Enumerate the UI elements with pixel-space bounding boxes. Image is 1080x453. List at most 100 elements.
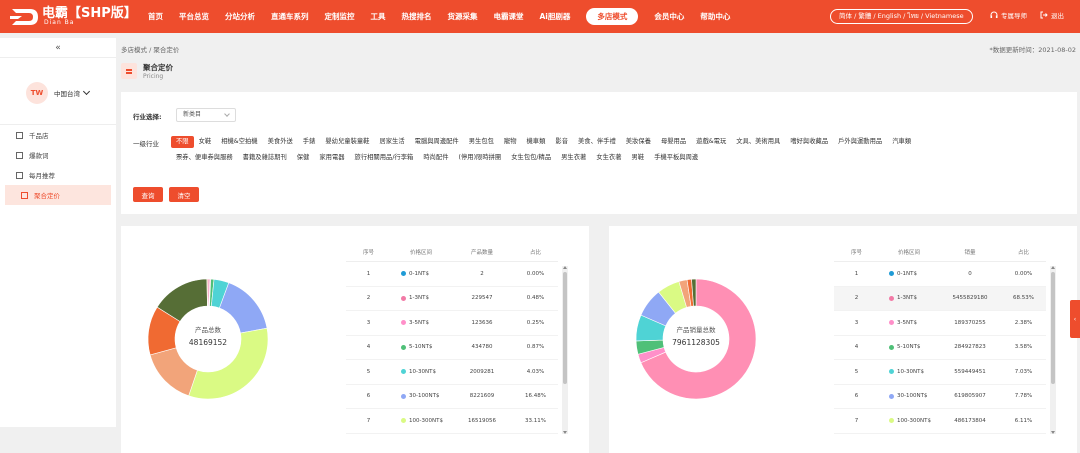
category-option[interactable]: 電腦與周邊配件 — [410, 136, 464, 148]
category-option[interactable]: 美食外送 — [263, 136, 298, 148]
price-range-label: 3-5NT$ — [897, 319, 917, 326]
sidebar-item-label: 聚合定价 — [34, 192, 60, 200]
table-header: 序号 价格区间 产品数量 占比 — [346, 242, 558, 262]
table-row[interactable]: 1 0-1NT$ 2 0.00% — [346, 262, 558, 287]
category-option[interactable]: 汽車類 — [887, 136, 916, 148]
category-option[interactable]: 女生包包/精品 — [506, 152, 556, 164]
category-option[interactable]: 遊戲&電玩 — [691, 136, 731, 148]
wallet-icon — [21, 191, 28, 199]
sidebar-item[interactable]: 千品店 — [0, 125, 116, 145]
headset-icon — [990, 11, 998, 18]
category-option[interactable]: (停用)限時拼團 — [454, 152, 507, 164]
table-row[interactable]: 7 100-300NT$ 486173804 6.11% — [834, 409, 1046, 434]
nav-item[interactable]: 热搜排名 — [394, 11, 440, 22]
category-option[interactable]: 男生衣著 — [556, 152, 591, 164]
floating-side-tab[interactable]: ‹ — [1070, 300, 1080, 338]
table-row[interactable]: 4 5-10NT$ 284927823 3.58% — [834, 336, 1046, 360]
table-row[interactable]: 6 30-100NT$ 8221609 16.48% — [346, 385, 558, 409]
category-option[interactable]: 旅行相關用品/行李箱 — [350, 152, 419, 164]
category-option[interactable]: 美食、伴手禮 — [573, 136, 621, 148]
category-option[interactable]: 家用電器 — [314, 152, 349, 164]
language-switcher[interactable]: 简体 / 繁體 / English / ไทย / Vietnamese — [830, 9, 973, 24]
category-option[interactable]: 戶外與運動用品 — [833, 136, 887, 148]
category-option[interactable]: 不限 — [171, 136, 194, 148]
nav-item[interactable]: 货源采集 — [440, 11, 486, 22]
category-option[interactable]: 書籍及雜誌期刊 — [238, 152, 292, 164]
nav-item[interactable]: Ai胆剧器 — [532, 11, 579, 22]
category-option[interactable]: 男生包包 — [464, 136, 499, 148]
table-row[interactable]: 4 5-10NT$ 434780 0.87% — [346, 336, 558, 360]
table-row[interactable]: 1 0-1NT$ 0 0.00% — [834, 262, 1046, 287]
service-link[interactable]: 专属导师 — [990, 10, 1027, 20]
logout-icon — [1040, 11, 1048, 19]
table-row[interactable]: 3 3-5NT$ 189370255 2.38% — [834, 311, 1046, 336]
category-option[interactable]: 影音 — [550, 136, 573, 148]
price-range: 3-5NT$ — [391, 320, 451, 326]
table-row[interactable]: 5 10-30NT$ 2009281 4.03% — [346, 360, 558, 385]
query-button[interactable]: 查询 — [133, 187, 163, 202]
table-row[interactable]: 2 1-3NT$ 229547 0.48% — [346, 287, 558, 311]
row-value: 123636 — [471, 319, 493, 326]
nav-item[interactable]: 平台总览 — [171, 11, 217, 22]
industry-select[interactable]: 新类目 — [176, 108, 236, 122]
nav-item[interactable]: 分站分析 — [217, 11, 263, 22]
nav-item[interactable]: 定制监控 — [317, 11, 363, 22]
sidebar-item-label: 爆款词 — [29, 152, 49, 160]
page-subtitle: Pricing — [143, 73, 164, 80]
sidebar-item[interactable]: 每月推荐 — [0, 165, 116, 185]
sidebar-item[interactable]: 聚合定价 — [5, 185, 111, 205]
category-option[interactable]: 男鞋 — [627, 152, 650, 164]
logo-subtitle: Dian Ba — [44, 19, 75, 26]
table-row[interactable]: 5 10-30NT$ 559449451 7.03% — [834, 360, 1046, 385]
category-option[interactable]: 手錶 — [298, 136, 321, 148]
row-percent: 0.25% — [526, 319, 545, 326]
table-row[interactable]: 7 100-300NT$ 16519056 33.11% — [346, 409, 558, 434]
grid-icon — [16, 151, 23, 159]
logo[interactable]: 电霸【SHP版】 Dian Ba — [0, 5, 140, 29]
legend-dot — [889, 369, 894, 375]
nav-item[interactable]: 会员中心 — [646, 11, 692, 22]
category-option[interactable]: 手機平板與周邊 — [649, 152, 703, 164]
table-scrollbar[interactable] — [562, 266, 568, 434]
region-selector[interactable]: TW 中国台湾 — [26, 82, 91, 104]
nav-item[interactable]: 电霸课堂 — [486, 11, 532, 22]
category-option[interactable]: 寵物 — [499, 136, 522, 148]
category-option[interactable]: 女鞋 — [194, 136, 217, 148]
category-option[interactable]: 票券、便車券與服務 — [171, 152, 238, 164]
legend-dot — [401, 271, 406, 277]
donut-slice[interactable] — [206, 278, 209, 307]
category-option[interactable]: 女生衣著 — [591, 152, 626, 164]
nav-item[interactable]: 工具 — [363, 11, 394, 22]
sidebar-item-label: 千品店 — [29, 132, 49, 140]
table-row[interactable]: 3 3-5NT$ 123636 0.25% — [346, 311, 558, 336]
category-option[interactable]: 時尚配件 — [418, 152, 453, 164]
category-option[interactable]: 保健 — [292, 152, 315, 164]
table-scrollbar[interactable] — [1050, 266, 1056, 434]
nav-item-active[interactable]: 多店模式 — [586, 8, 639, 25]
table-row[interactable]: 2 1-3NT$ 5455829180 68.53% — [834, 286, 1046, 311]
category-option[interactable]: 母嬰用品 — [656, 136, 691, 148]
legend-dot — [889, 295, 894, 301]
category-option[interactable]: 居家生活 — [374, 136, 409, 148]
row-number: 4 — [366, 344, 371, 351]
category-option[interactable]: 嗜好與收藏品 — [785, 136, 833, 148]
nav-item[interactable]: 帮助中心 — [692, 11, 738, 22]
row-number: 3 — [366, 319, 371, 326]
collapse-sidebar-button[interactable]: « — [0, 38, 116, 58]
logout-button[interactable]: 退出 — [1040, 10, 1064, 20]
nav-item[interactable]: 首页 — [140, 11, 171, 22]
column-header: 序号 — [362, 249, 374, 256]
category-option[interactable]: 文具、美術用具 — [731, 136, 785, 148]
price-range-label: 1-3NT$ — [897, 295, 917, 302]
category-option[interactable]: 相機&空拍機 — [216, 136, 262, 148]
sidebar-item[interactable]: 爆款词 — [0, 145, 116, 165]
clear-button[interactable]: 清空 — [169, 187, 199, 202]
category-option[interactable]: 嬰幼兒童裝童鞋 — [320, 136, 374, 148]
category-option[interactable]: 美妝保養 — [621, 136, 656, 148]
top-navigation-bar: 电霸【SHP版】 Dian Ba 首页 平台总览 分站分析 直通车系列 定制监控 工具 热搜… — [0, 0, 1080, 33]
row-percent: 4.03% — [526, 368, 545, 375]
row-percent: 0.00% — [526, 270, 545, 277]
category-option[interactable]: 機車類 — [522, 136, 551, 148]
table-row[interactable]: 6 30-100NT$ 619805907 7.78% — [834, 385, 1046, 409]
nav-item[interactable]: 直通车系列 — [263, 11, 317, 22]
